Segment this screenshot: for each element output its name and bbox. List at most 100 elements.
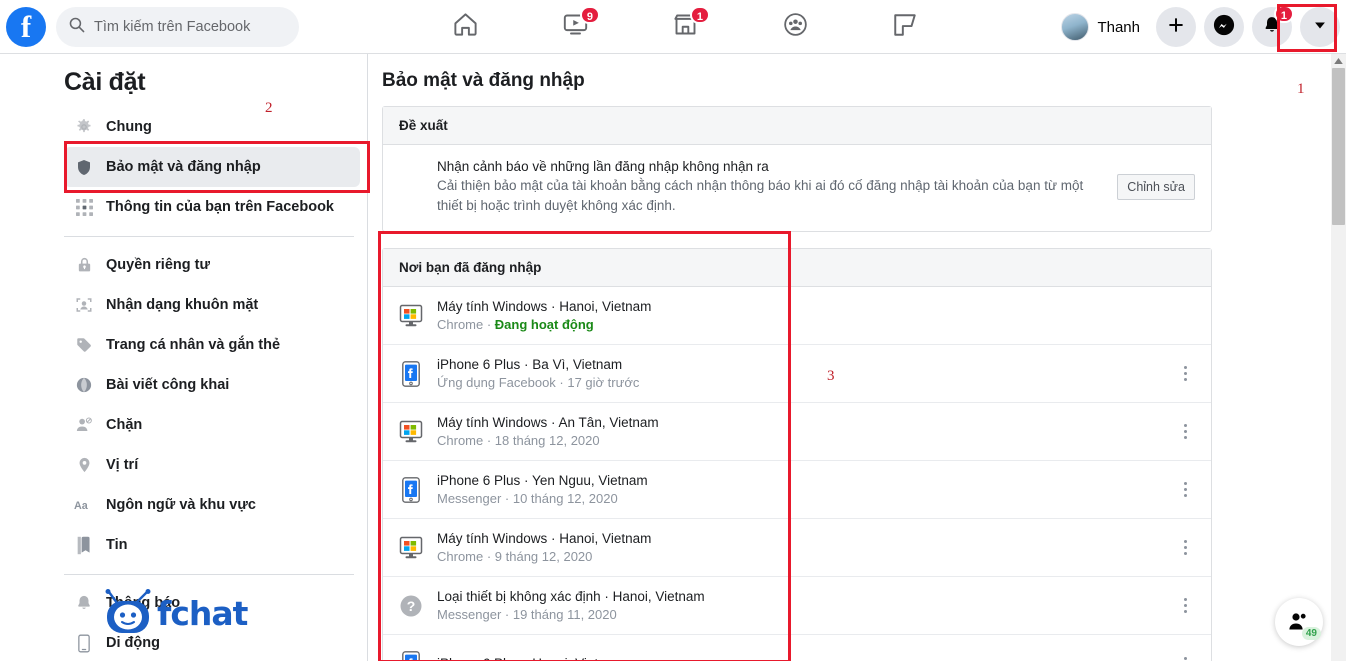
session-options-button[interactable] — [1175, 366, 1195, 382]
nav-home[interactable] — [410, 0, 520, 54]
sidebar-label: Bài viết công khai — [106, 377, 230, 393]
session-row[interactable]: iPhone 6 Plus · Yen Nguu, Vietnam Messeng… — [383, 461, 1211, 520]
session-app-time: Chrome · 9 tháng 12, 2020 — [437, 548, 593, 564]
create-button[interactable] — [1156, 7, 1196, 47]
windows-desktop-icon — [397, 418, 425, 446]
bell-icon — [74, 593, 94, 613]
session-app-time: Chrome · 18 tháng 12, 2020 — [437, 432, 600, 448]
sidebar-item-bai-viet-cong-khai[interactable]: Bài viết công khai — [64, 365, 360, 405]
nav-watch[interactable]: 9 — [520, 0, 630, 54]
session-options-button[interactable] — [1175, 482, 1195, 498]
session-app-time: Messenger · 19 tháng 11, 2020 — [437, 606, 617, 622]
account-nav: Thanh 1 — [1058, 0, 1340, 54]
sidebar-label: Ngôn ngữ và khu vực — [106, 497, 256, 513]
session-device-location: Loại thiết bị không xác định · Hanoi, Vi… — [437, 588, 705, 604]
contacts-chat-button[interactable]: 49 — [1275, 598, 1323, 646]
nav-gaming[interactable] — [850, 0, 960, 54]
recommendation-texts: Nhận cảnh báo về những lần đăng nhập khô… — [437, 159, 1103, 215]
top-navigation-bar: 9 1 — [0, 0, 1346, 54]
account-dropdown-button[interactable] — [1300, 7, 1340, 47]
session-options-button[interactable] — [1175, 656, 1195, 661]
messenger-button[interactable] — [1204, 7, 1244, 47]
sidebar-item-bao-mat-va-dang-nhap[interactable]: Bảo mật và đăng nhập — [64, 147, 360, 187]
page-title: Bảo mật và đăng nhập — [382, 70, 585, 91]
shield-icon — [74, 157, 94, 177]
stories-icon — [74, 535, 94, 555]
sidebar-item-thong-tin-cua-ban[interactable]: Thông tin của bạn trên Facebook — [64, 187, 360, 227]
page-title-settings: Cài đặt — [64, 68, 146, 96]
sidebar-item-chan[interactable]: Chặn — [64, 405, 360, 445]
session-row[interactable]: ? Loại thiết bị không xác định · Hanoi, V… — [383, 577, 1211, 636]
session-options-button[interactable] — [1175, 540, 1195, 556]
page-scrollbar[interactable] — [1331, 54, 1346, 661]
sidebar-item-thong-bao[interactable]: Thông báo — [64, 583, 360, 623]
scroll-up-arrow[interactable] — [1331, 54, 1346, 67]
session-device-location: Máy tính Windows · Hanoi, Vietnam — [437, 530, 652, 546]
notifications-badge: 1 — [1273, 5, 1294, 23]
sidebar-divider-1 — [64, 236, 354, 237]
profile-button[interactable]: Thanh — [1058, 10, 1148, 44]
nav-groups[interactable] — [740, 0, 850, 54]
messenger-icon — [1213, 14, 1235, 41]
session-options-button[interactable] — [1175, 424, 1195, 440]
session-device-location: Máy tính Windows · An Tân, Vietnam — [437, 414, 659, 430]
block-user-icon — [74, 415, 94, 435]
facebook-logo[interactable] — [6, 6, 46, 47]
session-texts: Máy tính Windows · Hanoi, Vietnam Chrome … — [437, 530, 1175, 566]
sidebar-divider-2 — [64, 574, 354, 575]
groups-icon — [782, 11, 809, 43]
sidebar-item-vi-tri[interactable]: Vị trí — [64, 445, 360, 485]
nav-marketplace[interactable]: 1 — [630, 0, 740, 54]
session-texts: Máy tính Windows · Hanoi, Vietnam Chrome … — [437, 298, 1195, 334]
session-row[interactable]: iPhone 6 Plus · Ba Vì, Vietnam Ứng dụng F… — [383, 345, 1211, 404]
session-row[interactable]: Máy tính Windows · Hanoi, Vietnam Chrome … — [383, 519, 1211, 578]
session-row[interactable]: Máy tính Windows · Hanoi, Vietnam Chrome … — [383, 287, 1211, 346]
session-texts: Máy tính Windows · An Tân, Vietnam Chrome… — [437, 414, 1175, 450]
windows-desktop-icon — [397, 302, 425, 330]
session-row[interactable]: Máy tính Windows · An Tân, Vietnam Chrome… — [383, 403, 1211, 462]
sidebar-item-quyen-rieng-tu[interactable]: Quyền riêng tư — [64, 245, 360, 285]
sessions-list: Máy tính Windows · Hanoi, Vietnam Chrome … — [383, 287, 1211, 661]
recommendation-title: Nhận cảnh báo về những lần đăng nhập khô… — [437, 159, 769, 174]
scrollbar-thumb[interactable] — [1332, 68, 1345, 225]
sidebar-label: Di động — [106, 635, 160, 651]
search-input[interactable] — [94, 18, 287, 35]
sidebar-label: Tin — [106, 537, 128, 553]
sidebar-label: Chặn — [106, 417, 143, 433]
session-row[interactable]: iPhone 6 Plus · Hanoi, Vietnam — [383, 635, 1211, 661]
edit-button[interactable]: Chỉnh sửa — [1117, 174, 1195, 201]
online-count-badge: 49 — [1301, 627, 1321, 640]
session-device-location: iPhone 6 Plus · Ba Vì, Vietnam — [437, 356, 623, 372]
notifications-button[interactable]: 1 — [1252, 5, 1294, 47]
home-icon — [452, 11, 479, 43]
svg-text:?: ? — [407, 598, 416, 614]
session-app-time: Chrome · Đang hoạt động — [437, 316, 1195, 334]
sidebar-item-tin[interactable]: Tin — [64, 525, 360, 565]
settings-main-content: Bảo mật và đăng nhập Đề xuất Nhận cảnh b… — [368, 54, 1318, 661]
session-device-location: Máy tính Windows · Hanoi, Vietnam — [437, 298, 652, 314]
session-device-location: iPhone 6 Plus · Yen Nguu, Vietnam — [437, 472, 648, 488]
main-nav-icons: 9 1 — [410, 0, 960, 54]
sidebar-label: Bảo mật và đăng nhập — [106, 159, 261, 175]
globe-icon — [74, 375, 94, 395]
plus-icon — [1166, 15, 1186, 40]
search-icon — [68, 16, 85, 38]
session-app-time: Ứng dụng Facebook · 17 giờ trước — [437, 374, 640, 390]
sidebar-item-trang-ca-nhan-va-gan-the[interactable]: Trang cá nhân và gắn thẻ — [64, 325, 360, 365]
sidebar-item-ngon-ngu-va-khu-vuc[interactable]: Aa Ngôn ngữ và khu vực — [64, 485, 360, 525]
session-app: Chrome · — [437, 316, 495, 332]
sidebar-label: Chung — [106, 119, 152, 135]
sidebar-item-chung[interactable]: Chung — [64, 107, 360, 147]
recommendation-description: Cải thiện bảo mật của tài khoản bằng các… — [437, 178, 1084, 213]
face-recognition-icon — [74, 295, 94, 315]
recommendations-card-header: Đề xuất — [383, 107, 1211, 145]
session-device-location: iPhone 6 Plus · Hanoi, Vietnam — [437, 655, 1175, 661]
watch-badge: 9 — [579, 6, 600, 24]
session-options-button[interactable] — [1175, 598, 1195, 614]
session-app-time: Messenger · 10 tháng 12, 2020 — [437, 490, 618, 506]
sidebar-item-nhan-dang-khuon-mat[interactable]: Nhận dạng khuôn mặt — [64, 285, 360, 325]
search-box[interactable] — [56, 6, 299, 47]
sidebar-label: Quyền riêng tư — [106, 257, 210, 273]
windows-desktop-icon — [397, 534, 425, 562]
sidebar-item-di-dong[interactable]: Di động — [64, 623, 360, 661]
